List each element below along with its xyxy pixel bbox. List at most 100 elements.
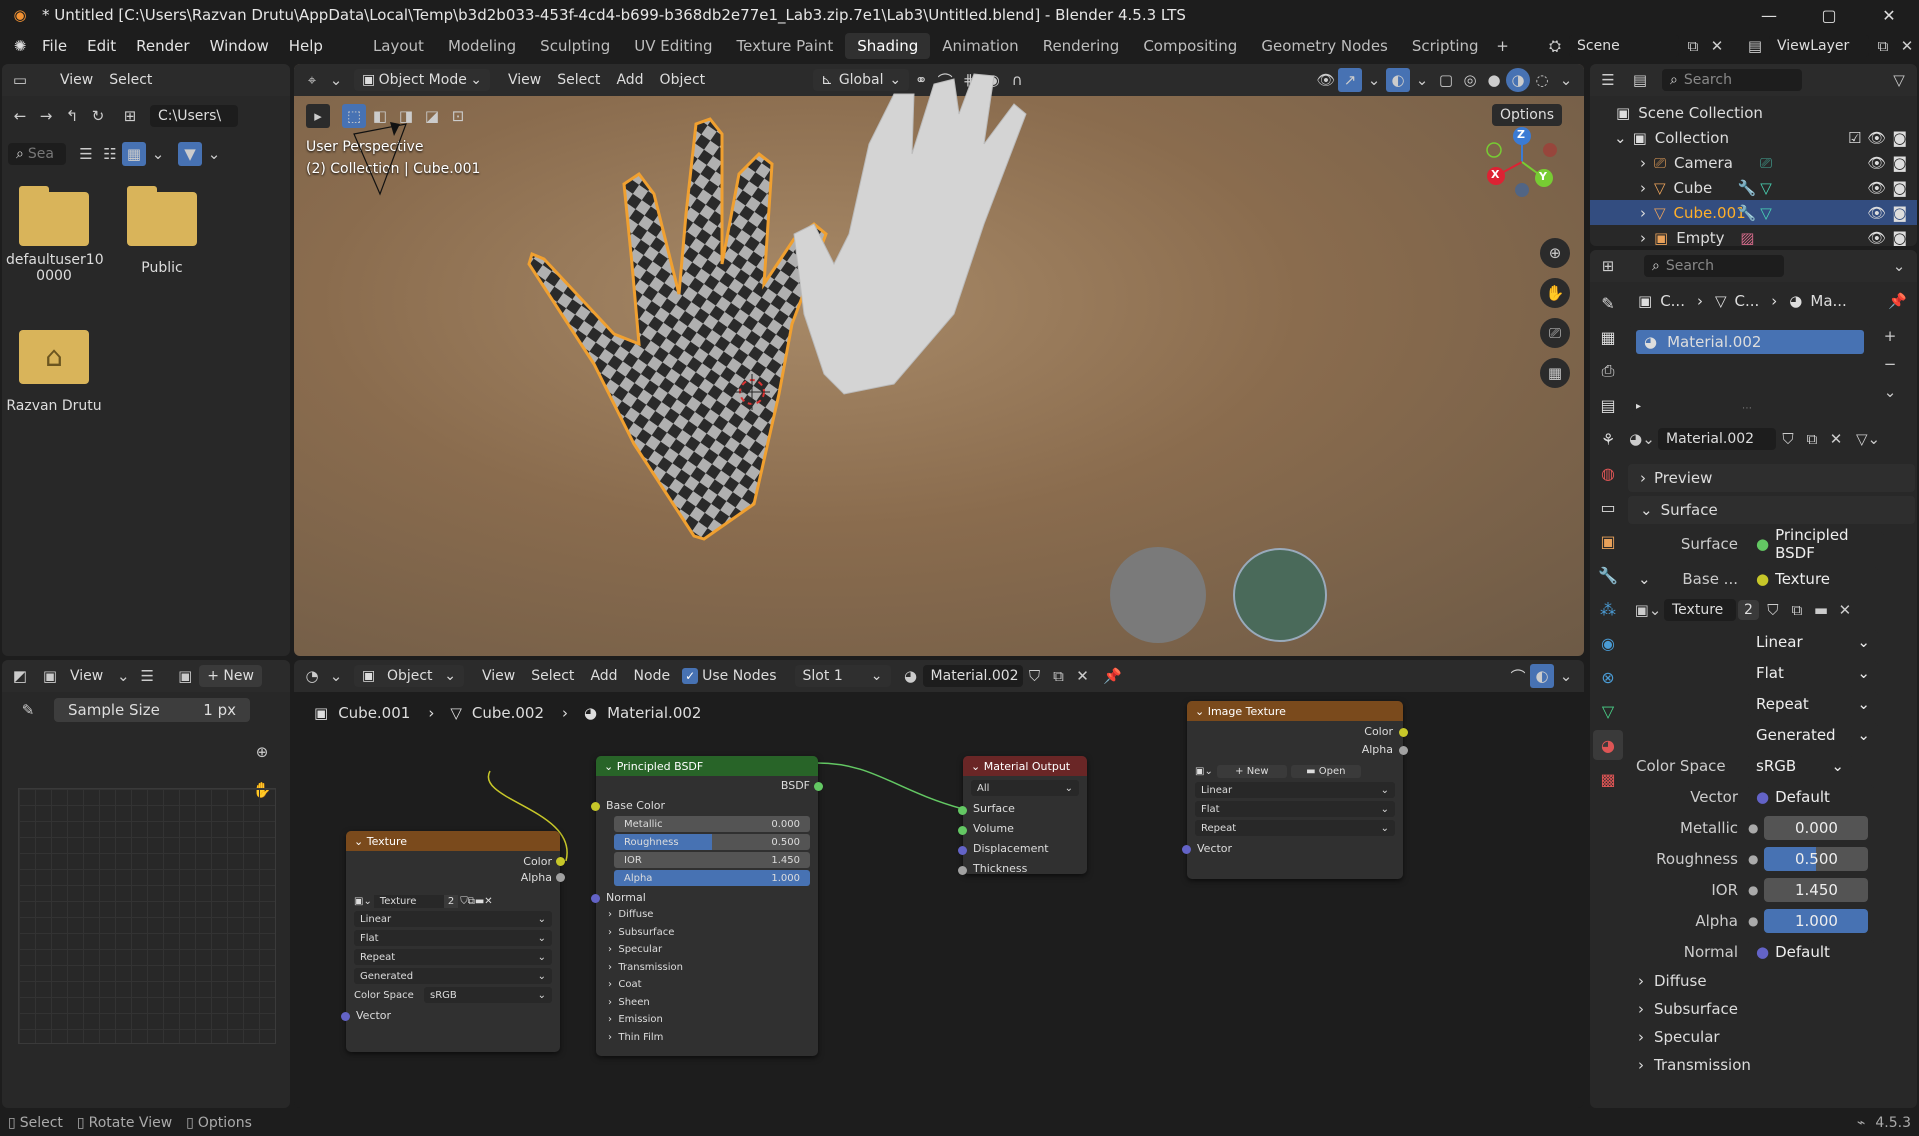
roughness-field[interactable]: Roughness 0.500 [614,834,810,850]
list-vertical-icon[interactable]: ☰ [74,142,98,166]
menu-help[interactable]: Help [279,37,333,55]
input-socket[interactable] [591,802,600,811]
ior-field[interactable]: IOR 1.450 [614,852,810,868]
outliner-item-cube-001[interactable]: › ▽ Cube.001 🔧 ▽ 👁 ◙ [1590,200,1917,225]
display-chevron-icon[interactable]: ⌄ [146,142,170,166]
panel-transmission[interactable]: › Transmission [608,959,818,977]
filter-icon[interactable]: ▼ [178,142,202,166]
panel-subsurface[interactable]: › Subsurface [608,924,818,942]
data-tab-icon[interactable]: ▽ [1593,696,1623,726]
image-browse-icon[interactable]: ▣ [173,664,197,688]
fb-menu-view[interactable]: View [52,72,101,88]
minimize-icon[interactable]: — [1739,6,1799,25]
add-workspace-icon[interactable]: + [1491,34,1515,58]
chevron-down-icon[interactable]: ⌄ [1626,570,1651,588]
image-browse-icon[interactable]: ▣⌄ [1635,598,1662,622]
fb-search-input[interactable]: ⌕ Sea [8,143,66,165]
tab-rendering[interactable]: Rendering [1031,33,1132,59]
ortho-toggle-icon[interactable]: ▦ [1540,358,1570,388]
expand-icon[interactable]: ▸ [1636,401,1641,412]
resize-grip-icon[interactable]: ⋯ [1742,403,1752,414]
thumbnail-view-icon[interactable]: ▦ [122,142,146,166]
zoom-view-icon[interactable]: ⊕ [1540,238,1570,268]
zoom-icon[interactable]: ⊕ [250,740,274,764]
panel-diffuse[interactable]: › Diffuse [608,906,818,924]
texture-node[interactable]: ⌄ Texture Color Alpha ▣⌄ Texture 2 ⛉⧉ ▬ ✕ Lin… [341,831,565,1052]
collection-tab-icon[interactable]: ▭ [1593,492,1623,522]
node-header[interactable]: ⌄ Image Texture [1187,701,1403,721]
vector-field[interactable]: ● Default [1748,784,1874,809]
principled-bsdf-node[interactable]: ⌄ Principled BSDF BSDF Base Color Metall… [591,756,823,1056]
output-socket[interactable] [814,782,823,791]
input-socket[interactable] [1182,845,1191,854]
projection-dropdown[interactable]: Flat ⌄ [354,930,552,946]
ie-menu-view[interactable]: View [62,668,111,684]
pan-view-icon[interactable]: ✋ [1540,278,1570,308]
panel-coat[interactable]: › Coat [608,976,818,994]
list-horizontal-icon[interactable]: ☷ [98,142,122,166]
maximize-icon[interactable]: ▢ [1799,6,1859,25]
scene-icon[interactable]: ⛭ [1543,34,1567,58]
fake-user-icon[interactable]: ⛉ [1761,598,1785,622]
tab-modeling[interactable]: Modeling [436,33,528,59]
ior-field[interactable]: 1.450 [1764,877,1869,902]
output-socket[interactable] [556,857,565,866]
image-browse-icon[interactable]: ▣⌄ [354,896,372,907]
editor-type-icon[interactable]: ☰ [1596,68,1620,92]
display-mode-icon[interactable]: ▤ [1628,68,1652,92]
subpanel-transmission[interactable]: › Transmission [1626,1051,1917,1079]
tab-layout[interactable]: Layout [361,33,436,59]
navigation-gizmo[interactable]: Z X Y [1480,120,1564,204]
parent-dir-icon[interactable]: ↰ [60,104,84,128]
refresh-icon[interactable]: ↻ [86,104,110,128]
tab-sculpting[interactable]: Sculpting [528,33,622,59]
camera-render-icon[interactable]: ◙ [1892,204,1907,222]
node-header[interactable]: ⌄ Material Output [963,756,1087,776]
file-item[interactable]: defaultuser10 0000 [6,186,104,284]
viewport-3d[interactable]: ⌖ ⌄ ▣ Object Mode ⌄ View Select Add Object… [294,64,1584,656]
duplicate-icon[interactable]: ⧉ [1785,598,1809,622]
input-socket[interactable] [591,894,600,903]
eye-icon[interactable]: 👁 [1867,229,1886,247]
image-texture-node[interactable]: ⌄ Image Texture Color Alpha ▣⌄ + New ▬ Ope… [1182,701,1408,879]
input-socket[interactable] [341,1012,350,1021]
fb-menu-select[interactable]: Select [101,72,160,88]
file-item[interactable]: ⌂ Razvan Drutu [6,330,102,414]
interpolation-dropdown[interactable]: Linear ⌄ [1195,782,1395,798]
slot-menu-icon[interactable]: ⌄ [1878,380,1902,404]
alpha-field[interactable]: Alpha 1.000 [614,870,810,886]
material-slot-list[interactable]: ◕ Material.002 ▸ ⋯ [1630,324,1870,416]
image-browse-icon[interactable]: ▣⌄ [1195,766,1213,777]
open-image-button[interactable]: ▬ Open [1290,765,1361,778]
material-output-node[interactable]: ⌄ Material Output All ⌄ Surface Volume Di… [958,756,1087,875]
input-socket[interactable] [958,866,967,875]
metallic-field[interactable]: 0.000 [1764,815,1869,840]
fake-user-icon[interactable]: ⛉ [1776,427,1800,451]
interpolation-dropdown[interactable]: Linear ⌄ [354,911,552,927]
chevron-down-icon[interactable]: ⌄ [1887,254,1911,278]
view-chevron-icon[interactable]: ⌄ [111,664,135,688]
world-tab-icon[interactable]: ◍ [1593,458,1623,488]
new-image-button[interactable]: + New [199,665,262,687]
eye-icon[interactable]: 👁 [1867,204,1886,222]
panel-specular[interactable]: › Specular [608,941,818,959]
back-icon[interactable]: ← [8,104,32,128]
outliner-item-camera[interactable]: › ⎚ Camera ⎚ 👁 ◙ [1590,150,1917,175]
input-socket[interactable] [958,846,967,855]
menu-window[interactable]: Window [200,37,279,55]
new-folder-icon[interactable]: ⊞ [118,104,142,128]
checkbox-icon[interactable]: ☑ [1848,129,1861,147]
output-socket[interactable] [1399,746,1408,755]
camera-render-icon[interactable]: ◙ [1892,229,1907,247]
outliner-search-input[interactable]: ⌕ Search [1662,69,1802,91]
remove-slot-icon[interactable]: − [1878,352,1902,376]
source-dropdown[interactable]: Generated ⌄ [1748,722,1878,747]
interpolation-dropdown[interactable]: Linear ⌄ [1748,629,1878,654]
preview-panel-header[interactable]: › Preview [1628,464,1915,492]
forward-icon[interactable]: → [34,104,58,128]
surface-panel-header[interactable]: ⌄ Surface [1628,496,1915,524]
modifier-tab-icon[interactable]: 🔧 [1593,560,1623,590]
texture-tab-icon[interactable]: ▩ [1593,764,1623,794]
image-mode-icon[interactable]: ▣ [38,664,62,688]
subpanel-subsurface[interactable]: › Subsurface [1626,995,1917,1023]
